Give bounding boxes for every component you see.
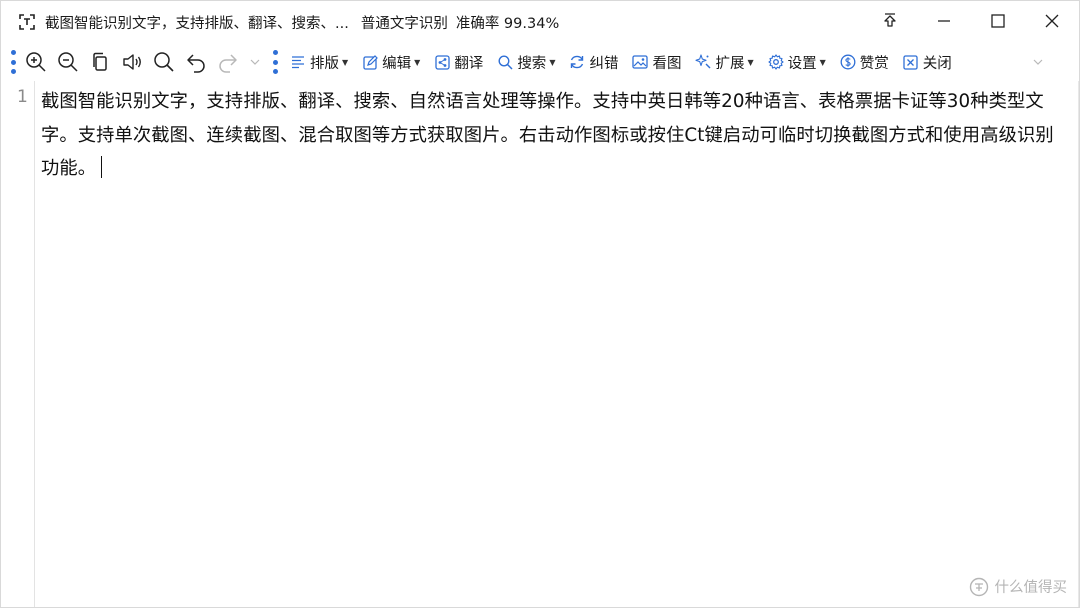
- toolbar: 排版 ▼ 编辑 ▼ 翻译 搜索 ▼ 纠错 看图 扩展 ▼ 设置 ▼ 赞赏 关闭: [1, 44, 1079, 80]
- edit-menu-button[interactable]: 编辑 ▼: [362, 49, 420, 75]
- chevron-down-icon[interactable]: [248, 50, 262, 74]
- appreciate-button[interactable]: 赞赏: [840, 49, 889, 75]
- zoom-in-icon[interactable]: [24, 50, 48, 74]
- maximize-button[interactable]: [971, 1, 1025, 43]
- translate-icon: [434, 54, 450, 70]
- extend-menu-button[interactable]: 扩展 ▼: [695, 49, 754, 75]
- close-icon: [1045, 13, 1059, 32]
- window-title: 截图智能识别文字，支持排版、翻译、搜索、...: [45, 15, 349, 32]
- caret-down-icon: ▼: [414, 57, 421, 67]
- line-number-gutter: 1: [1, 81, 35, 607]
- close-box-icon: [903, 54, 919, 70]
- minimize-icon: [937, 13, 951, 32]
- toolbar-overflow-chevron-icon[interactable]: [1031, 52, 1045, 72]
- refresh-icon: [569, 54, 585, 70]
- sparkle-icon: [695, 54, 711, 70]
- scrollbar-track[interactable]: [1078, 81, 1079, 607]
- format-menu-button[interactable]: 排版 ▼: [290, 49, 348, 75]
- text-cursor: [101, 156, 103, 178]
- watermark-logo-icon: [969, 577, 989, 597]
- search-icon: [497, 54, 513, 70]
- minimize-button[interactable]: [917, 1, 971, 43]
- toolbar-grip-left[interactable]: [10, 50, 16, 74]
- accuracy-label: 准确率 99.34%: [455, 15, 560, 32]
- window-controls: [863, 1, 1079, 43]
- recognized-text[interactable]: 截图智能识别文字，支持排版、翻译、搜索、自然语言处理等操作。支持中英日韩等20种…: [41, 85, 1066, 186]
- text-editor[interactable]: 1 截图智能识别文字，支持排版、翻译、搜索、自然语言处理等操作。支持中英日韩等2…: [1, 81, 1079, 607]
- gear-icon: [768, 54, 784, 70]
- zoom-out-icon[interactable]: [56, 50, 80, 74]
- copy-icon[interactable]: [88, 50, 112, 74]
- maximize-icon: [991, 13, 1005, 32]
- undo-icon[interactable]: [184, 50, 208, 74]
- correct-button[interactable]: 纠错: [569, 49, 618, 75]
- toolbar-grip-right[interactable]: [272, 50, 278, 74]
- pin-top-icon: [882, 12, 898, 32]
- edit-icon: [362, 54, 378, 70]
- caret-down-icon: ▼: [747, 57, 754, 67]
- recognition-mode: 普通文字识别: [360, 15, 448, 32]
- redo-icon[interactable]: [216, 50, 240, 74]
- watermark: 什么值得买: [969, 576, 1067, 597]
- search-icon[interactable]: [152, 50, 176, 74]
- ocr-result-window: 截图智能识别文字，支持排版、翻译、搜索、... 普通文字识别 准确率 99.34…: [0, 0, 1080, 608]
- view-image-button[interactable]: 看图: [632, 49, 681, 75]
- coin-icon: [840, 54, 856, 70]
- format-icon: [290, 54, 306, 70]
- speaker-icon[interactable]: [120, 50, 144, 74]
- title-bar[interactable]: 截图智能识别文字，支持排版、翻译、搜索、... 普通文字识别 准确率 99.34…: [1, 1, 1079, 43]
- pin-top-button[interactable]: [863, 1, 917, 43]
- close-result-button[interactable]: 关闭: [903, 49, 952, 75]
- image-icon: [632, 54, 649, 70]
- caret-down-icon: ▼: [819, 57, 826, 67]
- translate-button[interactable]: 翻译: [434, 49, 483, 75]
- screenshot-ocr-icon: [18, 13, 36, 31]
- close-window-button[interactable]: [1025, 1, 1079, 43]
- settings-menu-button[interactable]: 设置 ▼: [768, 49, 826, 75]
- search-menu-button[interactable]: 搜索 ▼: [497, 49, 555, 75]
- line-number: 1: [17, 87, 28, 107]
- caret-down-icon: ▼: [342, 57, 349, 67]
- caret-down-icon: ▼: [549, 57, 556, 67]
